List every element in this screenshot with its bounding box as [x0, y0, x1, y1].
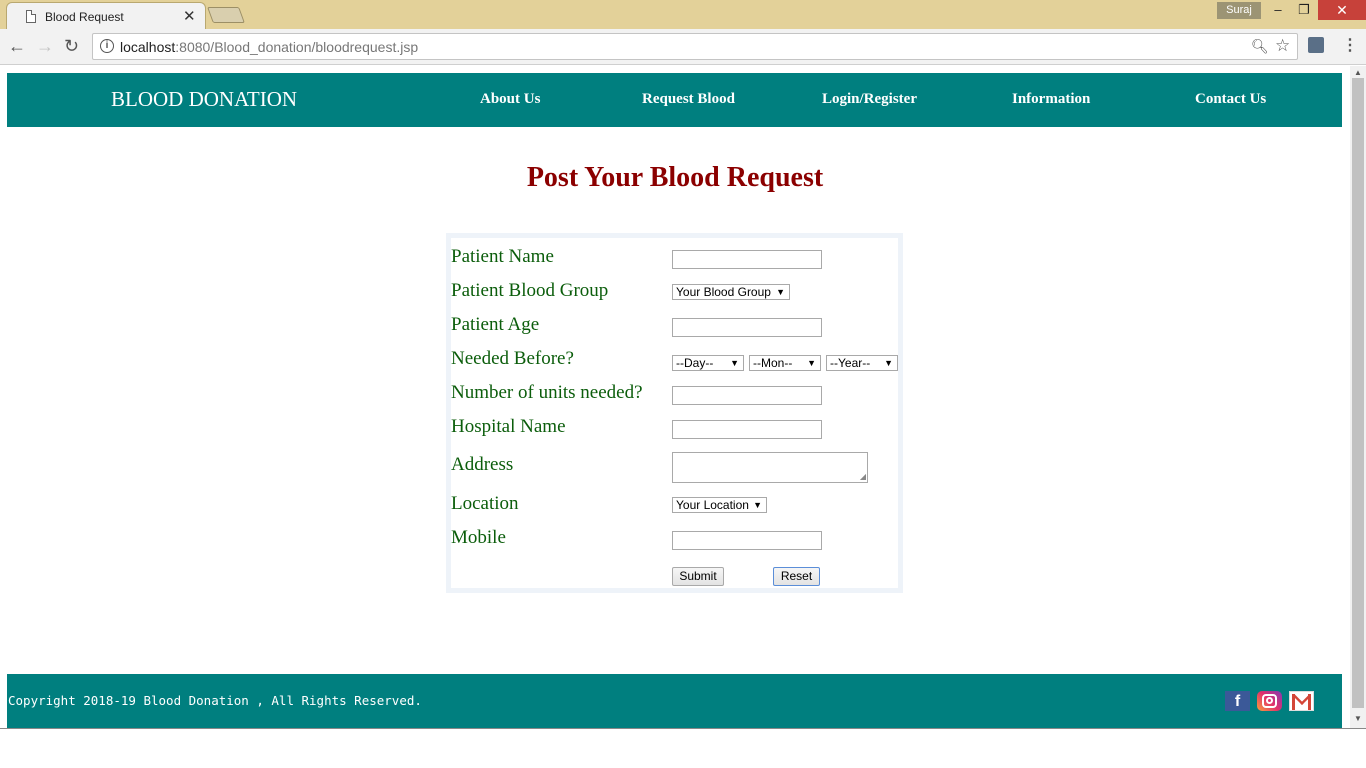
resize-grip-icon[interactable]: ◢ — [860, 473, 866, 481]
info-icon[interactable]: i — [100, 39, 114, 53]
back-arrow-icon[interactable]: ← — [8, 37, 26, 55]
browser-tab[interactable]: Blood Request ✕ — [6, 2, 206, 29]
browser-toolbar: ← → ↻ i localhost:8080/Blood_donation/bl… — [0, 29, 1366, 65]
address-bar[interactable]: i localhost:8080/Blood_donation/bloodreq… — [92, 33, 1298, 60]
site-brand[interactable]: BLOOD DONATION — [111, 87, 297, 112]
new-tab-button[interactable] — [207, 7, 245, 23]
month-value: --Mon-- — [753, 356, 793, 370]
chevron-down-icon: ▼ — [807, 358, 816, 368]
blood-group-value: Your Blood Group — [676, 285, 771, 299]
nav-contact-us[interactable]: Contact Us — [1195, 91, 1266, 108]
year-value: --Year-- — [830, 356, 871, 370]
facebook-icon[interactable]: f — [1225, 691, 1250, 711]
scrollbar-thumb[interactable] — [1352, 78, 1364, 708]
tab-title: Blood Request — [45, 10, 124, 24]
url-host: localhost — [120, 39, 176, 55]
hospital-name-input[interactable] — [672, 420, 822, 439]
day-select[interactable]: --Day-- ▼ — [672, 355, 744, 371]
instagram-icon[interactable] — [1257, 691, 1282, 711]
label-location: Location — [451, 493, 519, 514]
maximize-button[interactable]: ❐ — [1291, 0, 1317, 20]
mobile-input[interactable] — [672, 531, 822, 550]
url-path: :8080/Blood_donation/bloodrequest.jsp — [175, 39, 419, 55]
browser-tabstrip: Blood Request ✕ Suraj – ❐ ✕ — [0, 0, 1366, 29]
scroll-up-icon[interactable]: ▲ — [1354, 68, 1362, 77]
chevron-down-icon: ▼ — [776, 287, 785, 297]
nav-request-blood[interactable]: Request Blood — [642, 91, 735, 108]
submit-button[interactable]: Submit — [672, 567, 724, 586]
chevron-down-icon: ▼ — [730, 358, 739, 368]
zoom-icon[interactable]: 🔍︎ — [1251, 38, 1269, 55]
label-units-needed: Number of units needed? — [451, 382, 643, 403]
tab-close-icon[interactable]: ✕ — [183, 7, 196, 25]
location-select[interactable]: Your Location ▼ — [672, 497, 767, 513]
vertical-scrollbar[interactable]: ▲ ▼ — [1350, 66, 1366, 728]
extension-icon[interactable] — [1308, 37, 1324, 53]
close-window-button[interactable]: ✕ — [1318, 0, 1366, 20]
nav-information[interactable]: Information — [1012, 91, 1090, 108]
blood-request-form: Patient Name Patient Blood Group Your Bl… — [446, 233, 903, 593]
year-select[interactable]: --Year-- ▼ — [826, 355, 898, 371]
site-footer: Copyright 2018-19 Blood Donation , All R… — [7, 674, 1342, 728]
bookmark-star-icon[interactable]: ☆ — [1275, 36, 1290, 56]
month-select[interactable]: --Mon-- ▼ — [749, 355, 821, 371]
day-value: --Day-- — [676, 356, 714, 370]
site-header: BLOOD DONATION About Us Request Blood Lo… — [7, 73, 1342, 127]
chevron-down-icon: ▼ — [753, 500, 762, 510]
label-mobile: Mobile — [451, 527, 506, 548]
patient-age-input[interactable] — [672, 318, 822, 337]
patient-name-input[interactable] — [672, 250, 822, 269]
chevron-down-icon: ▼ — [884, 358, 893, 368]
profile-badge[interactable]: Suraj — [1217, 2, 1261, 19]
units-input[interactable] — [672, 386, 822, 405]
browser-menu-icon[interactable]: ⋮ — [1342, 35, 1358, 55]
reset-button[interactable]: Reset — [773, 567, 820, 586]
minimize-button[interactable]: – — [1265, 0, 1291, 20]
page-title: Post Your Blood Request — [526, 162, 824, 193]
address-textarea[interactable]: ◢ — [672, 452, 868, 483]
label-patient-name: Patient Name — [451, 246, 554, 267]
nav-about-us[interactable]: About Us — [480, 91, 540, 108]
url-text[interactable]: localhost:8080/Blood_donation/bloodreque… — [120, 39, 418, 55]
copyright-text: Copyright 2018-19 Blood Donation , All R… — [8, 693, 422, 708]
blood-group-select[interactable]: Your Blood Group ▼ — [672, 284, 790, 300]
forward-arrow-icon[interactable]: → — [36, 37, 54, 55]
scroll-down-icon[interactable]: ▼ — [1354, 714, 1362, 723]
label-address: Address — [451, 454, 514, 475]
label-hospital-name: Hospital Name — [451, 416, 566, 437]
location-value: Your Location — [676, 498, 749, 512]
label-patient-age: Patient Age — [451, 314, 540, 335]
nav-login-register[interactable]: Login/Register — [822, 91, 917, 108]
label-blood-group: Patient Blood Group — [451, 280, 609, 301]
page-icon — [26, 10, 36, 23]
gmail-icon[interactable] — [1289, 691, 1314, 711]
page-viewport: BLOOD DONATION About Us Request Blood Lo… — [0, 66, 1366, 728]
taskbar-area — [0, 728, 1366, 768]
reload-icon[interactable]: ↻ — [64, 37, 79, 55]
label-needed-before: Needed Before? — [451, 348, 574, 369]
